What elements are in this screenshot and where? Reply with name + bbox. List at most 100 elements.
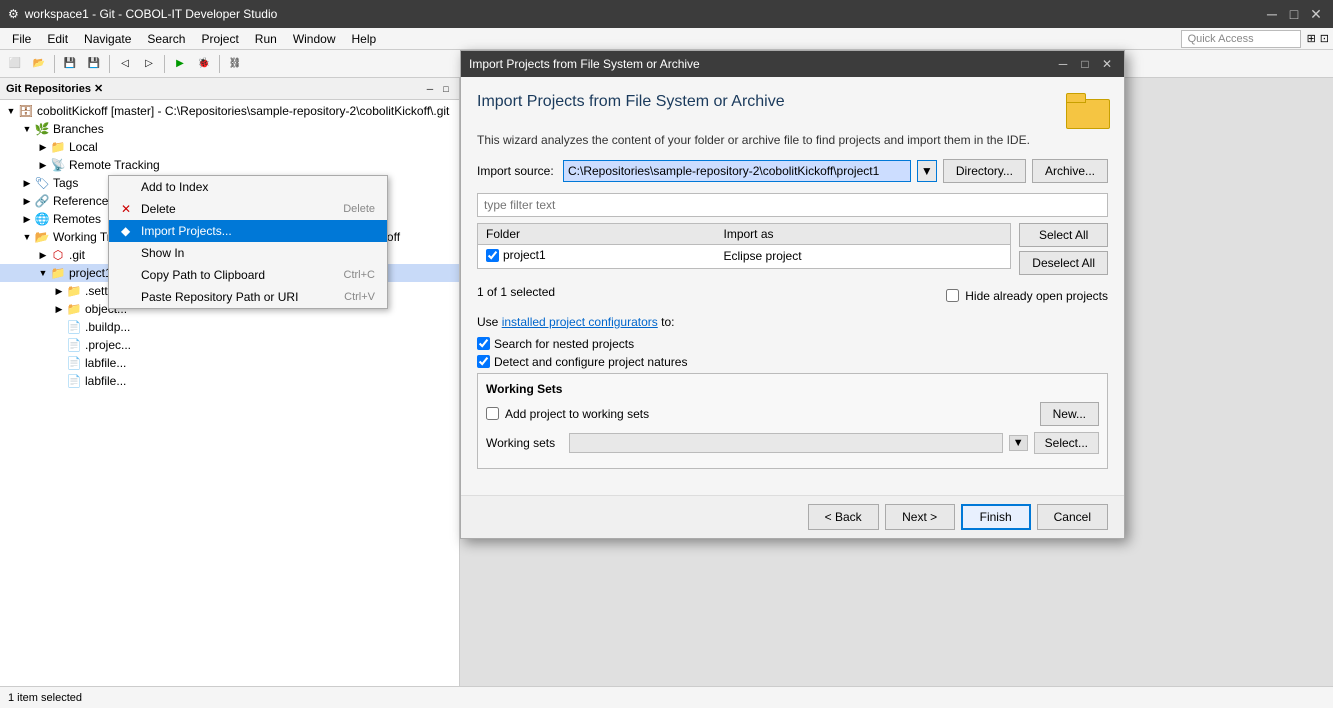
tags-toggle[interactable]: ▶ [20,176,34,190]
panel-minimize-icon[interactable]: ─ [423,82,437,96]
modal-titlebar-controls[interactable]: ─ □ ✕ [1054,55,1116,73]
tree-labfile2[interactable]: 📄 labfile... [0,372,459,390]
panel-maximize-icon[interactable]: □ [439,82,453,96]
minimize-btn[interactable]: ─ [1263,5,1281,23]
tree-buildp[interactable]: 📄 .buildp... [0,318,459,336]
project1-icon: 📁 [50,265,66,281]
titlebar-controls[interactable]: ─ □ ✕ [1263,5,1325,23]
toolbar-new-btn[interactable]: ⬜ [4,53,26,75]
import-source-dropdown[interactable]: ▼ [917,160,937,182]
buildp-icon: 📄 [66,319,82,335]
toolbar-saveall-btn[interactable]: 💾 [83,53,105,75]
menu-run[interactable]: Run [247,30,285,48]
filter-input[interactable] [477,193,1108,217]
git-label: .git [69,248,85,262]
toolbar-git-btn[interactable]: ⛓ [224,53,246,75]
tree-labfile1[interactable]: 📄 labfile... [0,354,459,372]
project1-toggle[interactable]: ▼ [36,266,50,280]
toolbar-save-btn[interactable]: 💾 [59,53,81,75]
directory-btn[interactable]: Directory... [943,159,1026,183]
modal-minimize-btn[interactable]: ─ [1054,55,1072,73]
toolbar-run-btn[interactable]: ▶ [169,53,191,75]
branches-toggle[interactable]: ▼ [20,122,34,136]
next-btn[interactable]: Next > [885,504,955,530]
menu-window[interactable]: Window [285,30,344,48]
cancel-btn[interactable]: Cancel [1037,504,1108,530]
finish-btn[interactable]: Finish [961,504,1031,530]
toolbar-debug-btn[interactable]: 🐞 [193,53,215,75]
modal-close-btn[interactable]: ✕ [1098,55,1116,73]
modal-footer: < Back Next > Finish Cancel [461,495,1124,538]
context-menu-copy-path[interactable]: Copy Path to Clipboard Ctrl+C [109,264,387,286]
tree-projec[interactable]: 📄 .projec... [0,336,459,354]
maximize-btn[interactable]: □ [1285,5,1303,23]
references-toggle[interactable]: ▶ [20,194,34,208]
modal-heading-text: Import Projects from File System or Arch… [477,93,785,111]
tags-icon: 🏷 [34,175,50,191]
remote-tracking-toggle[interactable]: ▶ [36,158,50,172]
context-menu-add-index[interactable]: Add to Index [109,176,387,198]
add-to-working-sets-checkbox[interactable] [486,407,499,420]
panel-header-controls[interactable]: ─ □ [423,82,453,96]
project1-label: project1 [69,266,112,280]
git-toggle[interactable]: ▶ [36,248,50,262]
toolbar-open-btn[interactable]: 📂 [28,53,50,75]
tree-branches[interactable]: ▼ 🌿 Branches [0,120,459,138]
row-checkbox[interactable] [486,249,499,262]
toolbar-extra-icon1[interactable]: ⊞ [1307,32,1316,45]
detect-checkbox[interactable] [477,355,490,368]
left-panel: Git Repositories ✕ ─ □ ▼ 🗄 cobolitKickof… [0,78,460,686]
local-label: Local [69,140,98,154]
object-icon: 📁 [66,301,82,317]
menu-project[interactable]: Project [193,30,246,48]
references-label: References [53,194,114,208]
quick-access-box[interactable]: Quick Access [1181,30,1301,48]
select-working-set-btn[interactable]: Select... [1034,432,1099,454]
working-tree-toggle[interactable]: ▼ [20,230,34,244]
branches-label: Branches [53,122,104,136]
tree-local[interactable]: ▶ 📁 Local [0,138,459,156]
context-menu-import-projects[interactable]: ◆ Import Projects... [109,220,387,242]
local-toggle[interactable]: ▶ [36,140,50,154]
context-menu-show-in[interactable]: Show In [109,242,387,264]
use-row: Use installed project configurators to: [477,315,1108,329]
statusbar: 1 item selected [0,686,1333,708]
modal-maximize-btn[interactable]: □ [1076,55,1094,73]
toolbar-extra-icon2[interactable]: ⊡ [1320,32,1329,45]
menu-file[interactable]: File [4,30,39,48]
installed-link[interactable]: installed project configurators [502,315,658,329]
archive-btn[interactable]: Archive... [1032,159,1108,183]
repo-toggle[interactable]: ▼ [4,104,18,118]
context-menu[interactable]: Add to Index ✕ Delete Delete ◆ Import Pr… [108,175,388,309]
toolbar-fwd-btn[interactable]: ▷ [138,53,160,75]
remotes-toggle[interactable]: ▶ [20,212,34,226]
back-btn[interactable]: < Back [808,504,879,530]
deselect-all-btn[interactable]: Deselect All [1019,251,1108,275]
nested-checkbox[interactable] [477,337,490,350]
context-menu-delete[interactable]: ✕ Delete Delete [109,198,387,220]
menu-help[interactable]: Help [344,30,385,48]
toolbar-back-btn[interactable]: ◁ [114,53,136,75]
import-source-input[interactable] [563,160,911,182]
menu-navigate[interactable]: Navigate [76,30,139,48]
menu-edit[interactable]: Edit [39,30,76,48]
working-sets-section: Working Sets Add project to working sets… [477,373,1108,469]
toolbar-sep2 [109,55,110,73]
working-sets-input[interactable] [569,433,1003,453]
file-table: Folder Import as project1 [477,223,1011,269]
modal-heading: Import Projects from File System or Arch… [477,93,785,111]
new-working-set-btn[interactable]: New... [1040,402,1099,426]
remote-tracking-label: Remote Tracking [69,158,160,172]
hide-checkbox[interactable] [946,289,959,302]
context-menu-paste-uri[interactable]: Paste Repository Path or URI Ctrl+V [109,286,387,308]
working-sets-dropdown[interactable]: ▼ [1009,435,1028,451]
labfile2-label: labfile... [85,374,126,388]
select-all-btn[interactable]: Select All [1019,223,1108,247]
menu-search[interactable]: Search [139,30,193,48]
close-btn[interactable]: ✕ [1307,5,1325,23]
object-toggle[interactable]: ▶ [52,302,66,316]
settings-toggle[interactable]: ▶ [52,284,66,298]
tree-repo[interactable]: ▼ 🗄 cobolitKickoff [master] - C:\Reposit… [0,102,459,120]
delete-icon: ✕ [121,202,135,216]
tree-remote-tracking[interactable]: ▶ 📡 Remote Tracking [0,156,459,174]
